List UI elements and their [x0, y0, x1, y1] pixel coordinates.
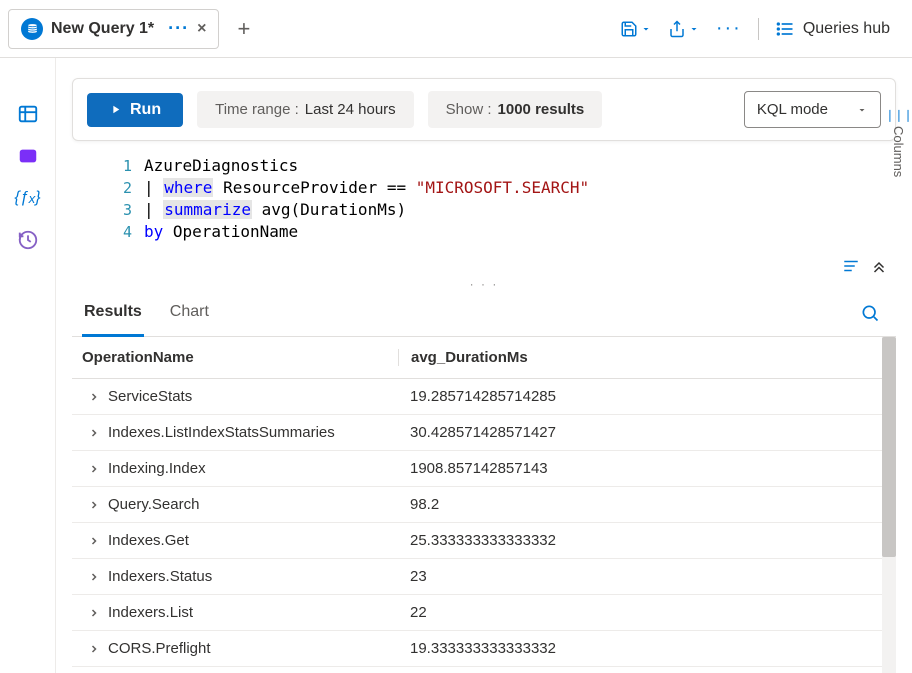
align-icon[interactable]: [842, 257, 860, 275]
table-row[interactable]: ServiceStats19.285714285714285: [72, 379, 882, 415]
expand-row-icon[interactable]: [80, 499, 108, 511]
save-button[interactable]: [620, 20, 652, 38]
cell-operation-name: ServiceStats: [108, 388, 398, 405]
table-row[interactable]: Indexes.Get25.333333333333332: [72, 523, 882, 559]
cell-operation-name: Indexes.Get: [108, 532, 398, 549]
left-rail: {ƒx}: [0, 58, 56, 673]
add-tab-button[interactable]: +: [237, 16, 250, 42]
expand-row-icon[interactable]: [80, 571, 108, 583]
share-button[interactable]: [668, 20, 700, 38]
cell-avg-duration: 23: [398, 568, 874, 585]
cell-operation-name: Query.Search: [108, 496, 398, 513]
expand-row-icon[interactable]: [80, 607, 108, 619]
cell-operation-name: Indexing.Index: [108, 460, 398, 477]
cell-avg-duration: 98.2: [398, 496, 874, 513]
history-icon[interactable]: [16, 228, 40, 252]
top-right-actions: ··· Queries hub: [620, 17, 904, 40]
query-toolbar: Run Time range : Last 24 hours Show : 10…: [72, 78, 896, 141]
expand-row-icon[interactable]: [80, 391, 108, 403]
columns-label: Columns: [891, 126, 906, 177]
results-table: OperationName avg_DurationMs ServiceStat…: [72, 337, 882, 673]
code-content: AzureDiagnostics | where ResourceProvide…: [144, 155, 896, 243]
cell-operation-name: Indexes.ListIndexStatsSummaries: [108, 424, 398, 441]
search-results-icon[interactable]: [860, 297, 886, 336]
mode-value: KQL mode: [757, 101, 828, 118]
time-range-value: Last 24 hours: [305, 101, 396, 118]
line-gutter: 1 2 3 4: [112, 155, 132, 243]
expand-row-icon[interactable]: [80, 643, 108, 655]
cell-avg-duration: 25.333333333333332: [398, 532, 874, 549]
cell-operation-name: CORS.Preflight: [108, 640, 398, 657]
cell-operation-name: Indexers.List: [108, 604, 398, 621]
col-avg-duration[interactable]: avg_DurationMs: [398, 349, 874, 366]
more-actions-button[interactable]: ···: [716, 17, 742, 40]
col-operation-name[interactable]: OperationName: [80, 349, 398, 366]
table-row[interactable]: Indexing.Index1908.857142857143: [72, 451, 882, 487]
functions-icon[interactable]: {ƒx}: [16, 186, 40, 210]
tables-icon[interactable]: [16, 102, 40, 126]
collapse-up-icon[interactable]: [870, 257, 888, 275]
show-label: Show :: [446, 101, 492, 118]
logs-icon: [21, 18, 43, 40]
cell-avg-duration: 30.428571428571427: [398, 424, 874, 441]
table-row[interactable]: Indexes.ListIndexStatsSummaries30.428571…: [72, 415, 882, 451]
close-tab-icon[interactable]: ×: [197, 20, 206, 38]
columns-panel-button[interactable]: ❘❘❘ Columns: [883, 104, 912, 181]
time-range-label: Time range :: [215, 101, 299, 118]
run-label: Run: [130, 101, 161, 119]
cell-avg-duration: 19.333333333333332: [398, 640, 874, 657]
scrollbar[interactable]: [882, 337, 896, 673]
resize-handle[interactable]: · · ·: [72, 277, 896, 291]
table-row[interactable]: Indexers.List22: [72, 595, 882, 631]
expand-row-icon[interactable]: [80, 535, 108, 547]
result-tabs: Results Chart: [72, 291, 896, 337]
columns-icon: ❘❘❘: [885, 108, 912, 122]
table-row[interactable]: Query.Search98.2: [72, 487, 882, 523]
queries-hub-label: Queries hub: [803, 20, 890, 38]
cell-avg-duration: 22: [398, 604, 874, 621]
scrollbar-thumb[interactable]: [882, 337, 896, 557]
tab-chart[interactable]: Chart: [168, 297, 211, 336]
kql-editor[interactable]: 1 2 3 4 AzureDiagnostics | where Resourc…: [72, 151, 896, 253]
queries-hub-button[interactable]: Queries hub: [775, 19, 890, 39]
table-row[interactable]: CORS.Preflight19.333333333333332: [72, 631, 882, 667]
tab-results[interactable]: Results: [82, 297, 144, 337]
queries-icon[interactable]: [16, 144, 40, 168]
query-tab[interactable]: New Query 1* ··· ×: [8, 9, 219, 49]
tab-menu-icon[interactable]: ···: [168, 18, 189, 39]
tab-bar: New Query 1* ··· × + ··· Queries hub: [0, 0, 912, 58]
table-header: OperationName avg_DurationMs: [72, 337, 882, 379]
show-limit-picker[interactable]: Show : 1000 results: [428, 91, 603, 128]
cell-avg-duration: 19.285714285714285: [398, 388, 874, 405]
expand-row-icon[interactable]: [80, 427, 108, 439]
run-button[interactable]: Run: [87, 93, 183, 127]
tab-title: New Query 1*: [51, 20, 154, 38]
results-toolbar: [72, 253, 896, 277]
table-row[interactable]: Indexers.Status23: [72, 559, 882, 595]
time-range-picker[interactable]: Time range : Last 24 hours: [197, 91, 414, 128]
cell-avg-duration: 1908.857142857143: [398, 460, 874, 477]
mode-dropdown[interactable]: KQL mode: [744, 91, 881, 128]
cell-operation-name: Indexers.Status: [108, 568, 398, 585]
show-value: 1000 results: [498, 101, 585, 118]
expand-row-icon[interactable]: [80, 463, 108, 475]
divider: [758, 18, 759, 40]
